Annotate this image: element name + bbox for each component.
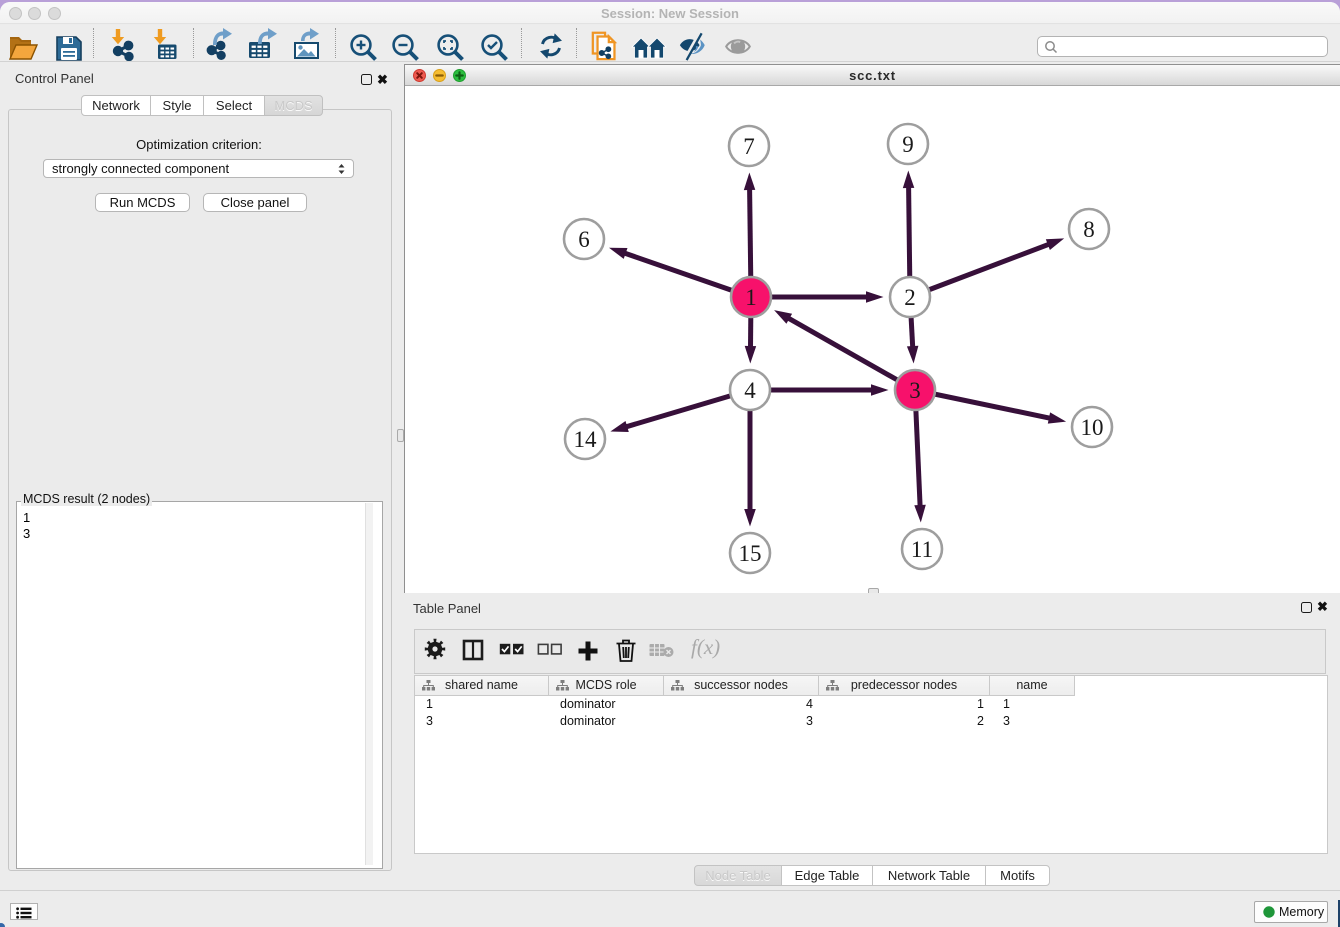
svg-text:3: 3 bbox=[909, 378, 921, 403]
svg-text:11: 11 bbox=[911, 537, 933, 562]
svg-text:15: 15 bbox=[739, 541, 762, 566]
svg-text:7: 7 bbox=[743, 134, 755, 159]
svg-text:6: 6 bbox=[578, 227, 590, 252]
svg-text:10: 10 bbox=[1081, 415, 1104, 440]
svg-text:14: 14 bbox=[574, 427, 598, 452]
svg-text:4: 4 bbox=[744, 378, 756, 403]
svg-text:2: 2 bbox=[904, 285, 916, 310]
svg-text:9: 9 bbox=[902, 132, 914, 157]
svg-text:8: 8 bbox=[1083, 217, 1095, 242]
svg-text:1: 1 bbox=[745, 285, 757, 310]
